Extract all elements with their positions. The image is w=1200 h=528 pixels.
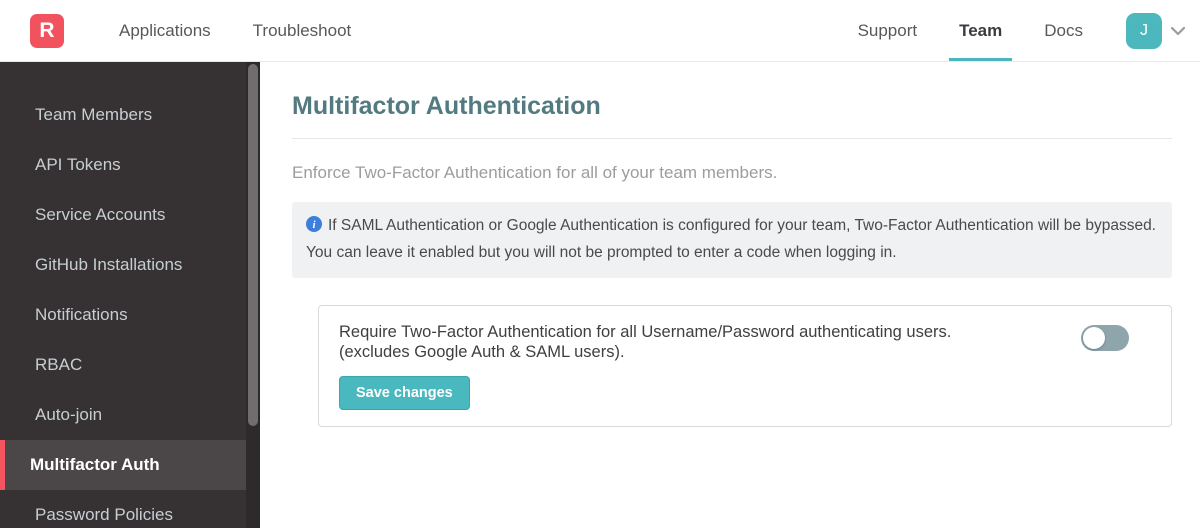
two-factor-setting-card: Require Two-Factor Authentication for al… [318,304,1172,428]
info-note-text: If SAML Authentication or Google Authent… [306,217,1156,261]
sidebar-item-service-accounts[interactable]: Service Accounts [0,190,246,240]
page-title: Multifactor Authentication [292,92,601,120]
setting-text: Require Two-Factor Authentication for al… [339,322,1051,411]
sidebar-item-api-tokens[interactable]: API Tokens [0,140,246,190]
multifactor-auth-panel: Multifactor Authentication Enforce Two-F… [260,62,1200,528]
sidebar-item-rbac[interactable]: RBAC [0,340,246,390]
nav-docs[interactable]: Docs [1034,0,1093,61]
sidebar-item-team-members[interactable]: Team Members [0,90,246,140]
setting-label-line2: (excludes Google Auth & SAML users). [339,342,625,361]
nav-support[interactable]: Support [848,0,928,61]
user-menu[interactable]: J [1126,0,1186,61]
nav-team[interactable]: Team [949,0,1013,61]
nav-applications[interactable]: Applications [109,18,221,44]
info-icon: i [306,216,322,241]
top-navbar: R Applications Troubleshoot Support Team… [0,0,1200,62]
sidebar-scrollbar-track [246,62,260,528]
toggle-knob [1083,326,1105,349]
navbar-left: R Applications Troubleshoot [0,0,372,61]
sidebar-scrollbar-thumb[interactable] [248,64,258,426]
sidebar-item-auto-join[interactable]: Auto-join [0,390,246,440]
title-divider [292,138,1172,139]
avatar[interactable]: J [1126,12,1162,49]
nav-troubleshoot[interactable]: Troubleshoot [243,18,362,44]
sidebar-item-notifications[interactable]: Notifications [0,290,246,340]
team-settings-sidebar: Team Members API Tokens Service Accounts… [0,62,260,528]
setting-label-line1: Require Two-Factor Authentication for al… [339,322,952,341]
primary-nav: Applications Troubleshoot [98,18,372,44]
require-two-factor-toggle[interactable] [1081,324,1129,351]
rollbar-logo[interactable]: R [30,13,64,48]
chevron-down-icon[interactable] [1170,26,1186,36]
save-changes-button[interactable]: Save changes [339,376,470,411]
saml-bypass-info-note: i If SAML Authentication or Google Authe… [292,202,1172,278]
sidebar-item-github-installations[interactable]: GitHub Installations [0,240,246,290]
navbar-right: Support Team Docs J [837,0,1200,61]
sidebar-item-password-policies[interactable]: Password Policies [0,490,246,528]
sidebar-item-multifactor-auth[interactable]: Multifactor Auth [0,440,246,490]
section-description: Enforce Two-Factor Authentication for al… [292,163,778,182]
